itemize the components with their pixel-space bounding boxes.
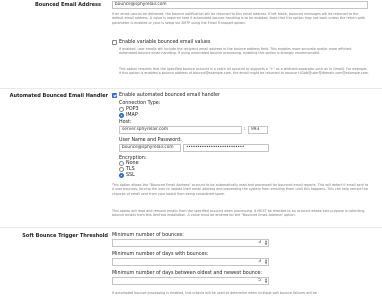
variable-bounce-checkbox[interactable] bbox=[112, 40, 117, 45]
connection-type-label: Connection Type: bbox=[119, 100, 161, 106]
credentials-label: User Name and Password: bbox=[119, 137, 182, 143]
encryption-ssl-label: SSL bbox=[126, 172, 135, 178]
min-days-input[interactable]: 3 bbox=[112, 258, 269, 266]
port-separator: : bbox=[244, 127, 246, 132]
min-span-label: Minimum number of days between oldest an… bbox=[112, 270, 263, 276]
port-input[interactable]: 993 bbox=[248, 126, 268, 134]
host-label: Host: bbox=[119, 119, 132, 125]
bounced-email-label: Bounced Email Address bbox=[34, 2, 101, 8]
encryption-tls-label: TLS bbox=[126, 166, 135, 172]
encryption-tls-radio[interactable] bbox=[119, 167, 124, 172]
host-input[interactable]: server.sphyrelair.com bbox=[119, 126, 242, 134]
encryption-none-label: None bbox=[126, 160, 139, 166]
spinner-down-icon[interactable]: ▼ bbox=[264, 242, 268, 246]
variable-bounce-label: Enable variable bounced email values bbox=[119, 39, 211, 45]
min-bounces-spinner[interactable]: ▲ ▼ bbox=[264, 240, 268, 245]
auto-bounce-enable-checkbox[interactable] bbox=[112, 93, 117, 98]
section-divider bbox=[0, 227, 382, 228]
section-divider bbox=[0, 88, 382, 89]
spinner-down-icon[interactable]: ▼ bbox=[264, 280, 268, 284]
bounced-email-input[interactable]: bounce@sphyrelair.com bbox=[112, 1, 368, 9]
min-bounces-label: Minimum number of bounces: bbox=[112, 232, 184, 238]
auto-bounce-help-1: This option allows the "Bounced Email Ad… bbox=[112, 183, 369, 196]
auto-bounce-enable-label: Enable automated bounced email handler bbox=[119, 92, 220, 98]
spinner-down-icon[interactable]: ▼ bbox=[264, 261, 268, 265]
variable-bounce-help-1: If enabled, user emails will include the… bbox=[119, 47, 352, 56]
connection-pop3-label: POP3 bbox=[126, 106, 139, 112]
bounced-email-help: If an email cannot be delivered, the bou… bbox=[112, 12, 366, 25]
encryption-ssl-radio[interactable] bbox=[119, 173, 124, 178]
min-days-label: Minimum number of days with bounces: bbox=[112, 251, 209, 257]
username-input[interactable]: bounce@sphyrelair.com bbox=[119, 144, 181, 152]
auto-bounce-section-label: Automated Bounced Email Handler bbox=[9, 93, 108, 99]
auto-bounce-help-2: This option will read and remove emails … bbox=[112, 209, 365, 218]
min-bounces-input[interactable]: 3 bbox=[112, 239, 269, 247]
min-span-input[interactable]: 5 bbox=[112, 277, 269, 285]
encryption-none-radio[interactable] bbox=[119, 161, 124, 166]
variable-bounce-help-2: This option requires that the specified … bbox=[119, 67, 370, 76]
connection-imap-radio[interactable] bbox=[119, 113, 124, 118]
soft-bounce-section-label: Soft Bounce Trigger Threshold bbox=[22, 233, 108, 239]
connection-pop3-radio[interactable] bbox=[119, 107, 124, 112]
password-input[interactable]: •••••••••••••••••••••••••• bbox=[183, 144, 269, 152]
soft-bounce-help: If automated bounce processing is enable… bbox=[112, 291, 317, 295]
min-days-spinner[interactable]: ▲ ▼ bbox=[264, 259, 268, 264]
min-span-spinner[interactable]: ▲ ▼ bbox=[264, 278, 268, 283]
connection-imap-label: IMAP bbox=[126, 112, 138, 118]
